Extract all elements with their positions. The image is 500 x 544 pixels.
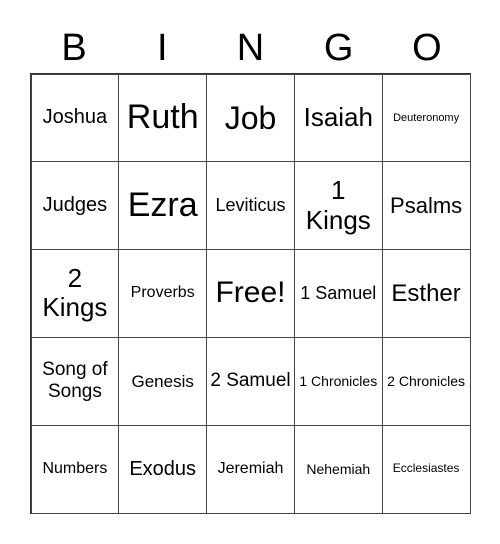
- bingo-cell[interactable]: 2 Samuel: [206, 336, 295, 426]
- bingo-cell[interactable]: Isaiah: [293, 73, 383, 163]
- bingo-cell[interactable]: 1 Chronicles: [293, 336, 383, 426]
- bingo-cell[interactable]: Deuteronomy: [381, 73, 471, 163]
- bingo-cell[interactable]: Job: [206, 73, 295, 163]
- bingo-cell[interactable]: Esther: [381, 249, 471, 338]
- free-space-cell[interactable]: Free!: [206, 249, 295, 338]
- header-letter: N: [236, 27, 265, 69]
- bingo-cell[interactable]: Joshua: [30, 73, 120, 163]
- header-letter: I: [157, 27, 168, 69]
- bingo-cell[interactable]: 1 Kings: [293, 161, 383, 251]
- bingo-cell[interactable]: Ruth: [118, 73, 208, 163]
- bingo-cell[interactable]: Proverbs: [118, 249, 208, 338]
- bingo-header: B I N G O: [30, 26, 471, 70]
- header-letter: B: [61, 27, 87, 69]
- bingo-cell[interactable]: 2 Chronicles: [381, 336, 471, 426]
- header-letter: G: [323, 27, 354, 69]
- bingo-cell[interactable]: Genesis: [118, 336, 208, 426]
- bingo-cell[interactable]: Jeremiah: [206, 424, 295, 514]
- bingo-cell[interactable]: Nehemiah: [293, 424, 383, 514]
- bingo-cell[interactable]: Ezra: [118, 161, 208, 251]
- bingo-cell[interactable]: Song of Songs: [30, 336, 120, 426]
- bingo-cell[interactable]: Leviticus: [206, 161, 295, 251]
- bingo-cell[interactable]: 1 Samuel: [293, 249, 383, 338]
- bingo-cell[interactable]: Ecclesiastes: [381, 424, 471, 514]
- bingo-cell[interactable]: Exodus: [118, 424, 208, 514]
- bingo-grid: Joshua Ruth Job Isaiah Deuteronomy Judges Ezra…: [30, 73, 471, 514]
- bingo-cell[interactable]: 2 Kings: [30, 249, 120, 338]
- bingo-cell[interactable]: Psalms: [381, 161, 471, 251]
- bingo-cell[interactable]: Judges: [30, 161, 120, 251]
- header-letter: O: [412, 27, 442, 69]
- bingo-cell[interactable]: Numbers: [30, 424, 120, 514]
